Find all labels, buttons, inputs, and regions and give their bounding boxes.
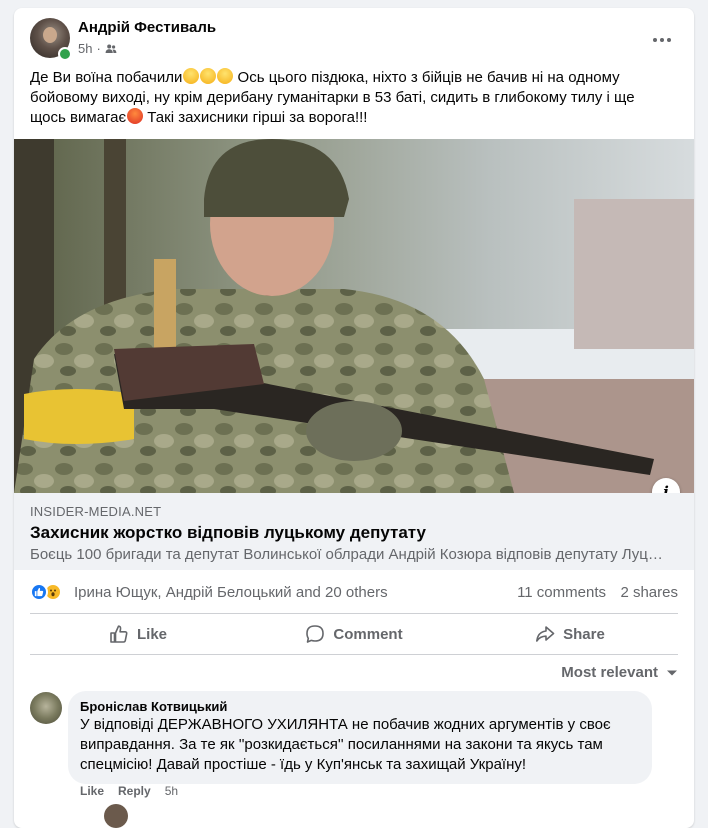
- comment-author[interactable]: Броніслав Котвицький: [80, 699, 640, 715]
- link-title[interactable]: Захисник жорстко відповів луцькому депут…: [30, 523, 426, 543]
- commenter-avatar[interactable]: [30, 692, 62, 724]
- angry-emoji-icon: [126, 108, 143, 124]
- comment-label: Comment: [333, 625, 403, 643]
- post-actions: Like Comment Share: [30, 615, 678, 653]
- reply-avatar[interactable]: [104, 804, 128, 828]
- comments-count[interactable]: 11 comments: [517, 584, 606, 601]
- comment-actions: Like Reply 5h: [80, 784, 178, 798]
- post-text-part-1: Де Ви воїна побачили: [30, 69, 183, 86]
- chevron-down-icon: [667, 670, 677, 675]
- meta-separator: ·: [96, 41, 101, 56]
- post-header: Андрій Фестиваль 5h ·: [30, 18, 678, 62]
- more-icon: [653, 38, 671, 42]
- comment-time[interactable]: 5h: [165, 784, 178, 798]
- friends-icon: [105, 43, 117, 55]
- share-label: Share: [563, 625, 605, 643]
- comment-text: У відповіді ДЕРЖАВНОГО УХИЛЯНТА не побач…: [80, 716, 611, 773]
- sort-label: Most relevant: [561, 664, 658, 681]
- share-icon: [536, 626, 555, 642]
- post-card: Андрій Фестиваль 5h · Де Ви воїна побачи: [14, 8, 694, 828]
- laughing-emoji-icon: [182, 68, 199, 84]
- laughing-emoji-icon: [199, 68, 216, 84]
- post-time[interactable]: 5h: [78, 41, 92, 56]
- comment-bubble: Броніслав Котвицький У відповіді ДЕРЖАВН…: [68, 691, 652, 784]
- shares-count[interactable]: 2 shares: [620, 584, 678, 601]
- share-button[interactable]: Share: [462, 615, 678, 653]
- laughing-emoji-icon: [216, 68, 233, 84]
- post-text-part-3: Такі захисники гірші за ворога!!!: [143, 109, 368, 126]
- divider: [30, 654, 678, 655]
- link-domain: INSIDER-MEDIA.NET: [30, 504, 162, 519]
- link-description: Боєць 100 бригади та депутат Волинської …: [30, 546, 670, 563]
- reaction-names[interactable]: Ірина Ющук, Андрій Белоцький and 20 othe…: [74, 584, 388, 601]
- author-name[interactable]: Андрій Фестиваль: [78, 19, 216, 36]
- online-indicator: [58, 47, 72, 61]
- reactions-summary: Ірина Ющук, Андрій Белоцький and 20 othe…: [30, 580, 678, 604]
- post-meta: 5h ·: [78, 41, 117, 56]
- link-preview-image[interactable]: i: [14, 139, 694, 493]
- link-preview[interactable]: INSIDER-MEDIA.NET Захисник жорстко відпо…: [14, 493, 694, 570]
- like-button[interactable]: Like: [30, 615, 246, 653]
- like-reaction-icon: [30, 583, 48, 601]
- comment-button[interactable]: Comment: [246, 615, 462, 653]
- post-text: Де Ви воїна побачили Ось цього піздюка, …: [30, 68, 670, 128]
- comment-like-button[interactable]: Like: [80, 784, 104, 798]
- info-icon: i: [663, 483, 669, 493]
- more-options-button[interactable]: [646, 24, 678, 56]
- comment-icon: [306, 625, 325, 643]
- comment-sort-dropdown[interactable]: Most relevant: [561, 664, 678, 681]
- like-icon: [110, 625, 128, 643]
- divider: [30, 613, 678, 614]
- reaction-icons[interactable]: [30, 583, 62, 601]
- like-label: Like: [136, 625, 167, 643]
- comment-reply-button[interactable]: Reply: [118, 784, 151, 798]
